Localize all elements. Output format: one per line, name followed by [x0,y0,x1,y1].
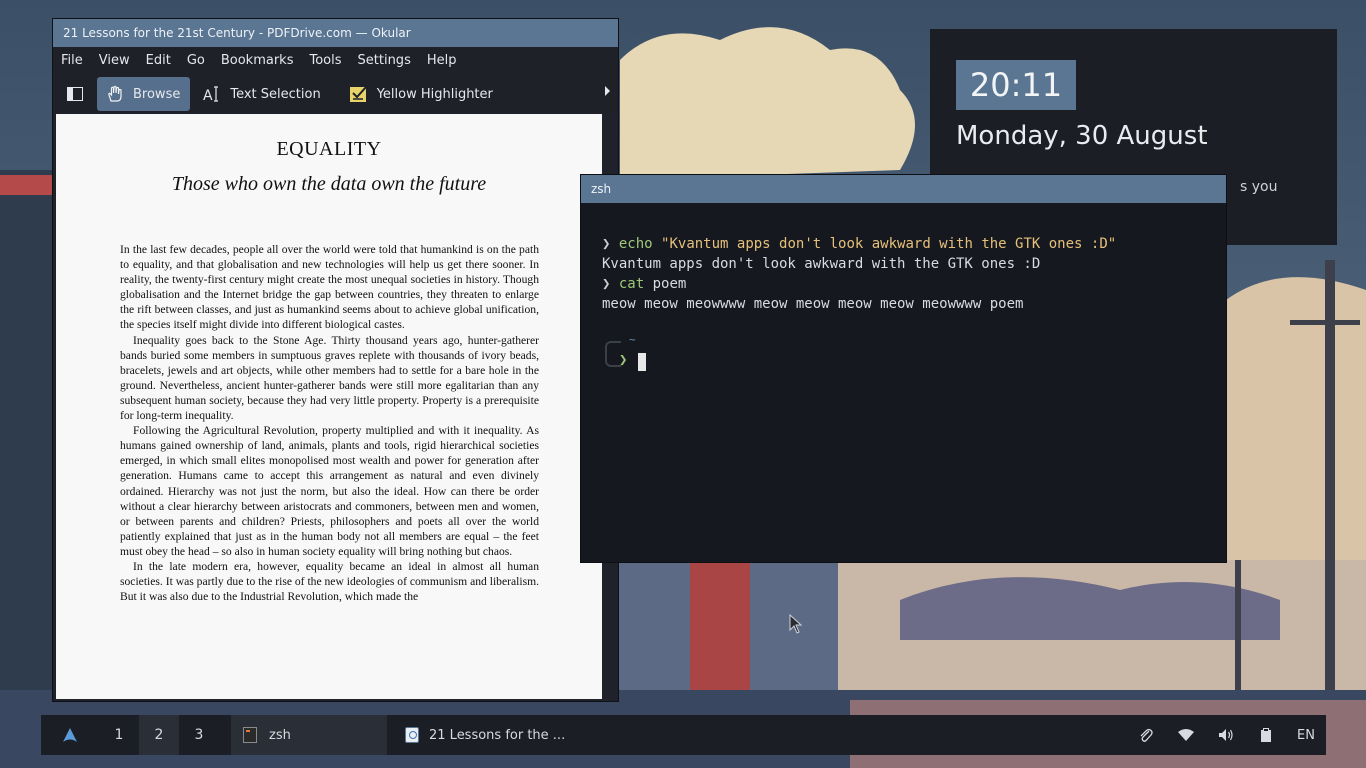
browse-tool-button[interactable]: Browse [97,77,191,111]
sidebar-toggle-button[interactable] [53,77,93,111]
mouse-pointer-icon [789,614,803,634]
page-subheading: Those who own the data own the future [171,173,487,195]
text-cursor [638,353,646,371]
desktop-1-button[interactable]: 1 [99,715,139,755]
menu-go[interactable]: Go [179,47,213,75]
text-selection-tool-button[interactable]: A Text Selection [194,77,328,111]
command-argument: "Kvantum apps don't look awkward with th… [661,236,1117,252]
command-output: meow meow meowwww meow meow meow meow me… [602,296,1024,312]
prompt-symbol: ❯ [602,236,611,252]
widget-note-text: s you [1240,179,1278,195]
paragraph: Following the Agricultural Revolution, p… [120,424,539,558]
desktop-2-button[interactable]: 2 [139,715,179,755]
wifi-icon[interactable] [1166,729,1206,741]
menu-edit[interactable]: Edit [138,47,179,75]
task-zsh[interactable]: zsh [231,715,387,755]
yellow-highlighter-label: Yellow Highlighter [376,86,493,102]
toolbar-overflow-arrow-icon[interactable] [605,86,610,96]
okular-window[interactable]: 21 Lessons for the 21st Century - PDFDri… [53,19,618,701]
paragraph: Inequality goes back to the Stone Age. T… [120,333,539,423]
okular-titlebar[interactable]: 21 Lessons for the 21st Century - PDFDri… [53,19,618,47]
prompt-symbol: ❯ [619,352,628,368]
window-title: 21 Lessons for the 21st Century - PDFDri… [63,26,411,40]
command: cat [618,276,645,292]
text-cursor-icon: A [202,84,222,104]
system-tray: EN [1126,727,1326,743]
terminal-output[interactable]: ❯ echo "Kvantum apps don't look awkward … [602,234,1116,314]
task-okular[interactable]: 21 Lessons for the ... [387,715,577,755]
page-body: In the last few decades, people all over… [120,242,539,604]
page-heading: EQUALITY [276,138,382,160]
paragraph: In the last few decades, people all over… [120,243,539,332]
terminal-icon [243,727,257,743]
menu-bookmarks[interactable]: Bookmarks [213,47,302,75]
keyboard-layout-indicator[interactable]: EN [1286,728,1326,743]
menu-help[interactable]: Help [419,47,465,75]
sidebar-icon [65,84,85,104]
app-launcher-button[interactable] [41,715,99,755]
paperclip-icon[interactable] [1126,727,1166,743]
command-argument: poem [652,276,687,292]
yellow-highlighter-tool-button[interactable]: Yellow Highlighter [341,77,501,111]
desktop-3-button[interactable]: 3 [179,715,219,755]
clock-time: 20:11 [956,60,1076,110]
task-label: 21 Lessons for the ... [429,727,566,743]
terminal-window[interactable]: zsh ❯ echo "Kvantum apps don't look awkw… [581,175,1226,562]
terminal-titlebar[interactable]: zsh [581,175,1226,203]
browse-label: Browse [133,86,181,102]
cwd-label: ~ [629,333,636,346]
hand-icon [105,84,125,104]
command-output: Kvantum apps don't look awkward with the… [602,256,1041,272]
clock-date: Monday, 30 August [956,121,1208,151]
arch-logo-icon [63,728,77,742]
highlighter-icon [349,84,369,104]
taskbar: 1 2 3 zsh 21 Lessons for the ... EN [41,715,1326,755]
paragraph: In the late modern era, however, equalit… [120,559,539,604]
menu-tools[interactable]: Tools [301,47,349,75]
okular-icon [405,727,419,743]
okular-toolbar: Browse A Text Selection Yellow Highlight… [53,75,618,113]
okular-menubar: File View Edit Go Bookmarks Tools Settin… [53,47,618,75]
terminal-title: zsh [591,182,612,196]
menu-settings[interactable]: Settings [350,47,419,75]
clipboard-icon[interactable] [1246,728,1286,742]
volume-icon[interactable] [1206,728,1246,742]
task-label: zsh [269,727,291,743]
menu-view[interactable]: View [91,47,138,75]
pdf-page[interactable]: EQUALITY Those who own the data own the … [56,114,602,699]
command: echo [618,236,653,252]
text-selection-label: Text Selection [230,86,321,102]
svg-text:A: A [203,88,213,103]
prompt-symbol: ❯ [602,276,611,292]
menu-file[interactable]: File [53,47,91,75]
